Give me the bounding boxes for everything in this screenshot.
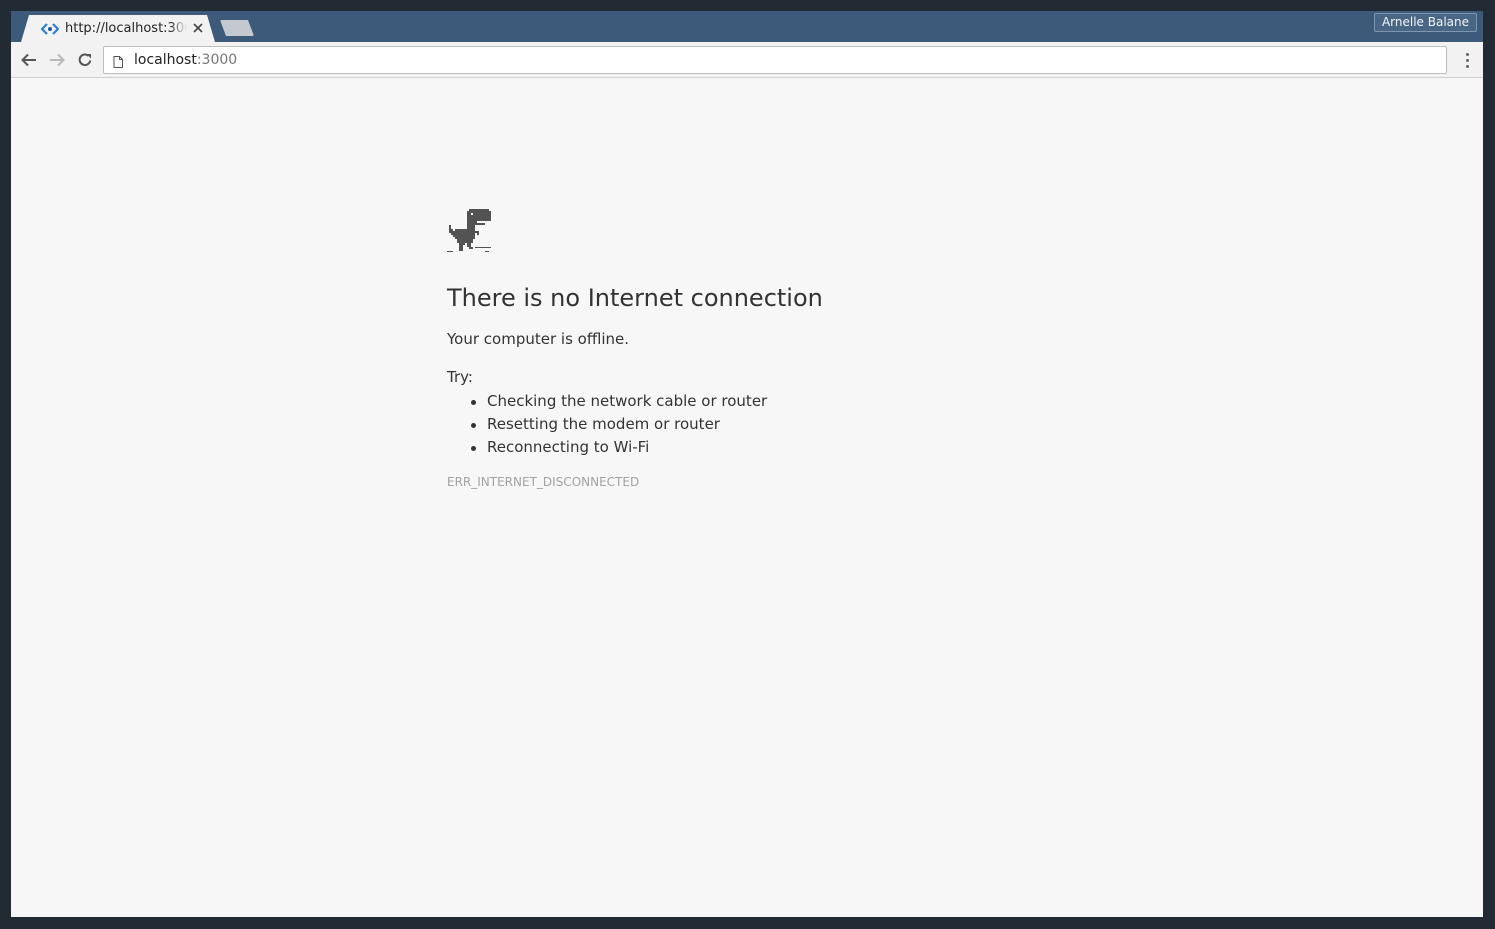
back-arrow-icon[interactable]	[18, 49, 40, 71]
kebab-menu-icon[interactable]	[1457, 50, 1477, 70]
suggestions-list: Checking the network cable or router Res…	[447, 390, 1047, 459]
tab-strip: http://localhost:3000 Arnelle Balane	[11, 11, 1483, 42]
url-port: :3000	[196, 52, 238, 68]
url-text: localhost:3000	[134, 52, 237, 68]
forward-arrow-icon[interactable]	[46, 49, 68, 71]
url-host: localhost	[134, 52, 197, 68]
error-code: ERR_INTERNET_DISCONNECTED	[447, 475, 640, 489]
suggestion-item: Reconnecting to Wi-Fi	[471, 436, 1047, 459]
toolbar: localhost:3000	[11, 42, 1483, 78]
address-bar[interactable]: localhost:3000	[103, 46, 1447, 74]
error-title: There is no Internet connection	[447, 284, 823, 312]
browser-window: http://localhost:3000 Arnelle Balane	[11, 11, 1483, 917]
error-container: There is no Internet connection Your com…	[447, 207, 1047, 490]
suggestion-item: Checking the network cable or router	[471, 390, 1047, 413]
close-icon[interactable]	[191, 22, 205, 36]
new-tab-icon[interactable]	[220, 20, 254, 36]
reload-icon[interactable]	[74, 49, 96, 71]
page-content: There is no Internet connection Your com…	[11, 79, 1483, 917]
page-icon	[113, 53, 125, 68]
try-label: Try:	[447, 368, 473, 386]
error-subtitle: Your computer is offline.	[447, 330, 629, 348]
active-tab[interactable]: http://localhost:3000	[21, 15, 215, 42]
code-brackets-icon	[41, 22, 59, 36]
suggestion-item: Resetting the modem or router	[471, 413, 1047, 436]
profile-button[interactable]: Arnelle Balane	[1373, 13, 1477, 32]
tab-title: http://localhost:3000	[65, 21, 187, 36]
offline-dinosaur-icon	[447, 209, 491, 252]
